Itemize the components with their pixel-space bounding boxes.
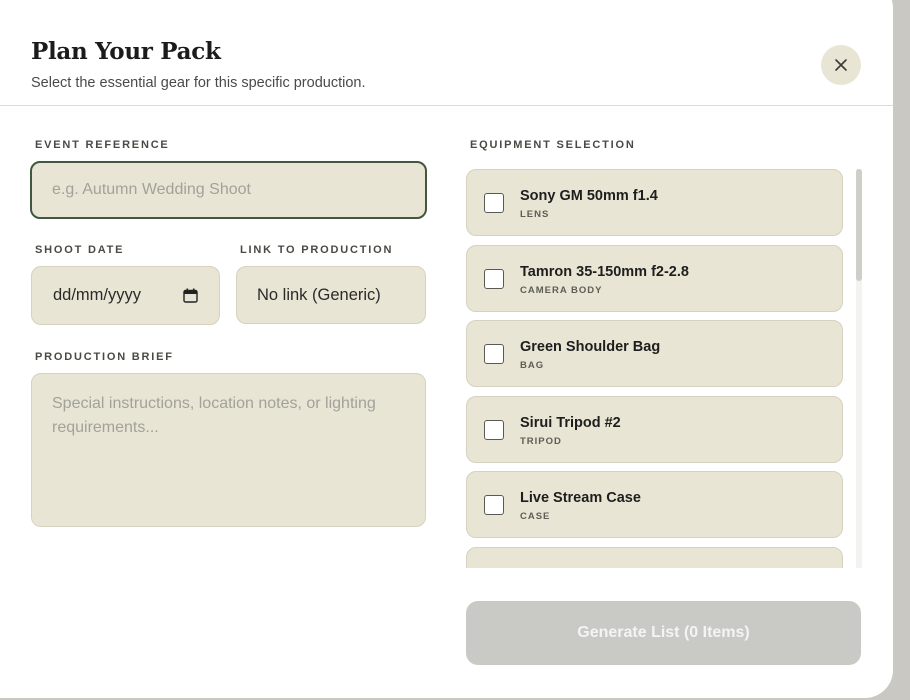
- page-subtitle: Select the essential gear for this speci…: [31, 75, 366, 91]
- production-brief-placeholder: Special instructions, location notes, or…: [52, 395, 376, 436]
- equipment-name: Sirui Tripod #2: [520, 415, 621, 431]
- equipment-name: Sony GM 50mm f1.4: [520, 188, 658, 204]
- equipment-category: TRIPOD: [520, 436, 562, 447]
- equipment-list[interactable]: Sony GM 50mm f1.4 LENS Tamron 35-150mm f…: [466, 169, 862, 568]
- shoot-date-input[interactable]: dd/mm/yyyy: [31, 266, 220, 325]
- equipment-item-sirui-tripod[interactable]: Sirui Tripod #2 TRIPOD: [466, 396, 843, 463]
- equipment-category: BAG: [520, 360, 545, 371]
- equipment-category: CAMERA BODY: [520, 285, 603, 296]
- equipment-item-sony-50mm[interactable]: Sony GM 50mm f1.4 LENS: [466, 169, 843, 236]
- calendar-icon[interactable]: [183, 288, 198, 303]
- event-reference-input[interactable]: e.g. Autumn Wedding Shoot: [30, 161, 427, 219]
- equipment-item-live-stream-case[interactable]: Live Stream Case CASE: [466, 471, 843, 538]
- equipment-item-green-bag[interactable]: Green Shoulder Bag BAG: [466, 320, 843, 387]
- page-title: Plan Your Pack: [31, 38, 221, 65]
- equipment-name: Live Stream Case: [520, 490, 641, 506]
- equipment-category: CASE: [520, 511, 551, 522]
- shoot-date-value: dd/mm/yyyy: [53, 286, 142, 304]
- shoot-date-label: SHOOT DATE: [35, 244, 125, 256]
- equipment-scrollbar[interactable]: [856, 169, 862, 568]
- equipment-name: Green Shoulder Bag: [520, 339, 661, 355]
- close-icon: [835, 59, 847, 71]
- equipment-checkbox[interactable]: [484, 269, 504, 289]
- event-reference-label: EVENT REFERENCE: [35, 139, 170, 151]
- close-button[interactable]: [821, 45, 861, 85]
- generate-list-button[interactable]: Generate List (0 Items): [466, 601, 861, 665]
- equipment-selection-label: EQUIPMENT SELECTION: [470, 139, 636, 151]
- modal-header: Plan Your Pack Select the essential gear…: [0, 20, 893, 106]
- production-brief-label: PRODUCTION BRIEF: [35, 351, 174, 363]
- link-production-label: LINK TO PRODUCTION: [240, 244, 394, 256]
- event-reference-placeholder: e.g. Autumn Wedding Shoot: [52, 181, 251, 198]
- scrollbar-thumb[interactable]: [856, 169, 862, 281]
- equipment-checkbox[interactable]: [484, 495, 504, 515]
- equipment-item-partial[interactable]: [466, 547, 843, 568]
- equipment-checkbox[interactable]: [484, 344, 504, 364]
- link-production-select[interactable]: No link (Generic): [236, 266, 426, 324]
- equipment-category: LENS: [520, 209, 550, 220]
- production-brief-textarea[interactable]: Special instructions, location notes, or…: [31, 373, 426, 527]
- link-production-value: No link (Generic): [257, 285, 381, 304]
- equipment-item-tamron-35-150[interactable]: Tamron 35-150mm f2-2.8 CAMERA BODY: [466, 245, 843, 312]
- equipment-checkbox[interactable]: [484, 193, 504, 213]
- equipment-checkbox[interactable]: [484, 420, 504, 440]
- equipment-name: Tamron 35-150mm f2-2.8: [520, 264, 689, 280]
